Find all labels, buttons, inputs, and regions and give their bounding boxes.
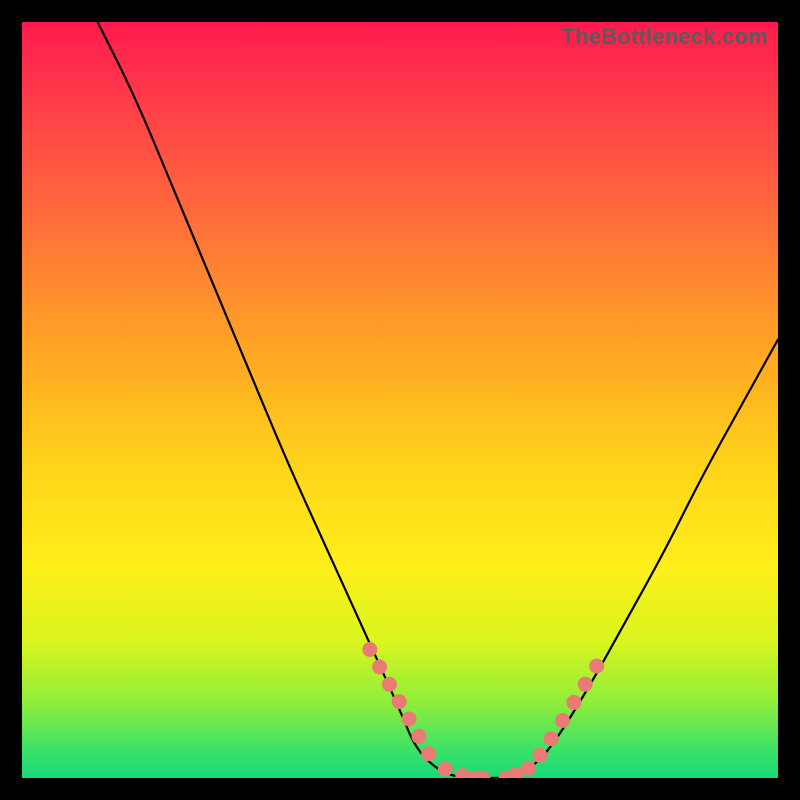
highlight-dot xyxy=(411,729,426,744)
curve-layer xyxy=(22,22,778,778)
bottleneck-curve xyxy=(98,22,778,778)
highlight-dot xyxy=(372,659,387,674)
highlight-dots-group xyxy=(362,642,604,778)
highlight-dot xyxy=(438,761,453,776)
highlight-dot xyxy=(544,731,559,746)
highlight-dot xyxy=(555,713,570,728)
highlight-dot xyxy=(566,695,581,710)
plot-area: TheBottleneck.com xyxy=(22,22,778,778)
highlight-dot xyxy=(508,767,523,778)
highlight-dot xyxy=(532,748,547,763)
highlight-dot xyxy=(498,771,513,779)
highlight-dot xyxy=(589,659,604,674)
highlight-dot xyxy=(362,642,377,657)
highlight-dot xyxy=(468,771,483,779)
highlight-dot xyxy=(521,761,536,776)
highlight-dot xyxy=(421,746,436,761)
highlight-dot xyxy=(578,677,593,692)
highlight-dot xyxy=(382,677,397,692)
watermark-text: TheBottleneck.com xyxy=(562,24,768,50)
highlight-dot xyxy=(455,768,470,778)
highlight-dot xyxy=(476,771,491,779)
highlight-dot xyxy=(402,712,417,727)
chart-stage: TheBottleneck.com xyxy=(0,0,800,800)
highlight-dot xyxy=(392,694,407,709)
